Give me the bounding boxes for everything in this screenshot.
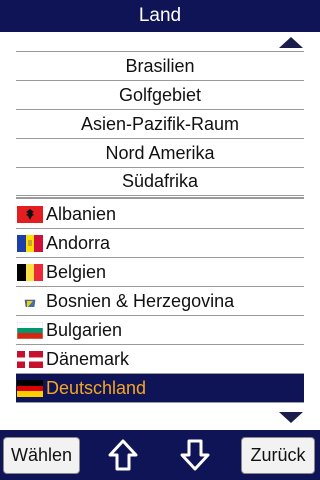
country-label: Bulgarien bbox=[46, 319, 123, 340]
list-item-region[interactable]: Asien-Pazifik-Raum bbox=[16, 109, 304, 138]
country-label: Albanien bbox=[46, 203, 117, 224]
bulgaria-flag-icon bbox=[17, 321, 43, 339]
back-button[interactable]: Zurück bbox=[241, 437, 315, 474]
arrow-up-icon[interactable] bbox=[106, 438, 140, 472]
list-item-country[interactable]: Belgien bbox=[16, 258, 304, 287]
list-item-country[interactable]: Dänemark bbox=[16, 345, 304, 374]
bosnia-flag-icon bbox=[24, 295, 36, 307]
list-item-country[interactable]: Albanien bbox=[16, 200, 304, 229]
list-item-country-selected[interactable]: Deutschland bbox=[16, 374, 304, 403]
country-label: Belgien bbox=[46, 261, 107, 282]
germany-flag-icon bbox=[17, 379, 43, 397]
scroll-down-arrow-icon[interactable] bbox=[279, 412, 303, 423]
belgium-flag-icon bbox=[17, 263, 43, 281]
list-item-country[interactable]: Bosnien & Herzegovina bbox=[16, 287, 304, 316]
scroll-up-arrow-icon[interactable] bbox=[279, 37, 303, 48]
country-label: Bosnien & Herzegovina bbox=[46, 290, 235, 311]
choose-button[interactable]: Wählen bbox=[3, 437, 80, 474]
list-item-country[interactable]: Andorra bbox=[16, 229, 304, 258]
arrow-down-icon[interactable] bbox=[178, 438, 212, 472]
bottom-toolbar: Wählen Zurück bbox=[0, 430, 320, 480]
list-item-region[interactable]: Golfgebiet bbox=[16, 80, 304, 109]
country-list: Albanien Andorra Belgien Bosnien & Herze… bbox=[16, 200, 304, 403]
title-bar: Land bbox=[0, 0, 320, 32]
country-label: Andorra bbox=[46, 232, 111, 253]
list-item-region[interactable]: Brasilien bbox=[16, 51, 304, 80]
list-item-region[interactable]: Südafrika bbox=[16, 167, 304, 196]
region-list: Brasilien Golfgebiet Asien-Pazifik-Raum … bbox=[16, 51, 304, 196]
list-divider bbox=[16, 197, 304, 199]
albania-flag-icon bbox=[17, 205, 43, 223]
andorra-flag-icon bbox=[17, 234, 43, 252]
page-title: Land bbox=[138, 5, 182, 26]
country-label: Deutschland bbox=[46, 377, 147, 398]
list-item-region[interactable]: Nord Amerika bbox=[16, 138, 304, 167]
list-item-country[interactable]: Bulgarien bbox=[16, 316, 304, 345]
country-label: Dänemark bbox=[46, 348, 130, 369]
denmark-flag-icon bbox=[17, 350, 43, 368]
